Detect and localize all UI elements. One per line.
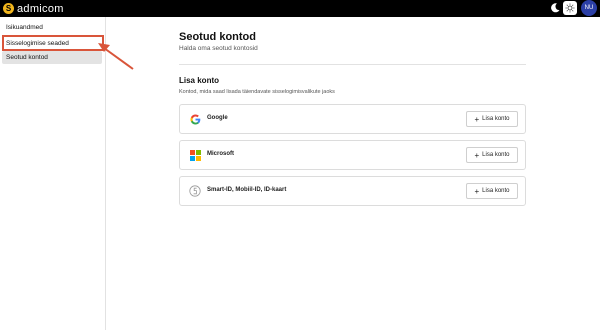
plus-icon: + bbox=[474, 186, 480, 196]
light-theme-button[interactable] bbox=[563, 1, 577, 15]
plus-icon: + bbox=[474, 150, 480, 160]
plus-icon: + bbox=[474, 114, 480, 124]
add-button-label: Lisa konto bbox=[482, 116, 510, 122]
account-card-google: Google + Lisa konto bbox=[179, 104, 526, 134]
page-title: Seotud kontod bbox=[179, 31, 256, 43]
section-description: Kontod, mida saad lisada täiendavate sis… bbox=[179, 89, 335, 95]
add-smart-id-account-button[interactable]: + Lisa konto bbox=[466, 183, 518, 199]
add-google-account-button[interactable]: + Lisa konto bbox=[466, 111, 518, 127]
moon-icon[interactable] bbox=[549, 2, 561, 14]
sun-icon bbox=[565, 3, 575, 13]
add-button-label: Lisa konto bbox=[482, 188, 510, 194]
account-name: Smart-ID, Mobiil-ID, ID-kaart bbox=[207, 187, 287, 193]
microsoft-icon bbox=[189, 149, 201, 161]
divider bbox=[179, 64, 526, 65]
add-button-label: Lisa konto bbox=[482, 152, 510, 158]
account-name: Google bbox=[207, 115, 228, 121]
account-card-microsoft: Microsoft + Lisa konto bbox=[179, 140, 526, 170]
smart-id-icon bbox=[189, 185, 201, 197]
account-card-smart-id: Smart-ID, Mobiil-ID, ID-kaart + Lisa kon… bbox=[179, 176, 526, 206]
annotation-arrow bbox=[98, 43, 134, 70]
add-microsoft-account-button[interactable]: + Lisa konto bbox=[466, 147, 518, 163]
google-icon bbox=[189, 113, 201, 125]
section-title: Lisa konto bbox=[179, 76, 220, 85]
account-name: Microsoft bbox=[207, 151, 234, 157]
page-subtitle: Halda oma seotud kontosid bbox=[179, 45, 258, 52]
avatar[interactable]: NU bbox=[581, 0, 597, 16]
